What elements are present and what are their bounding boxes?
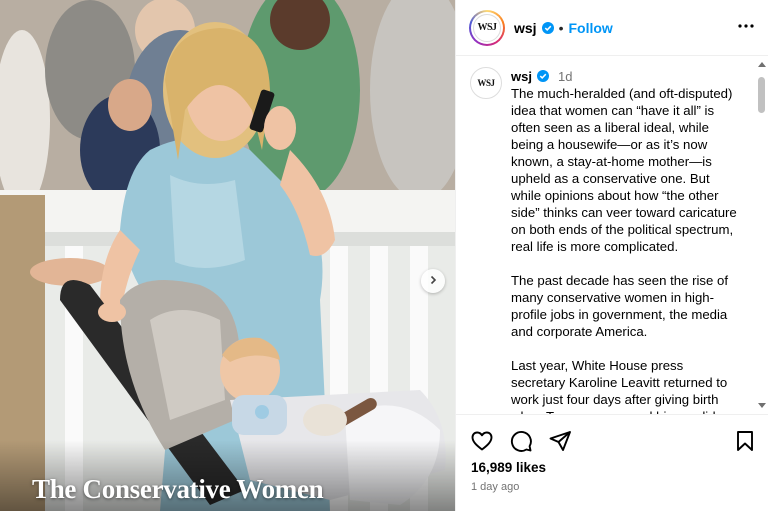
comment-time[interactable]: 1d: [558, 69, 572, 84]
post-photo: The Conservative Women: [0, 0, 455, 511]
verified-badge-icon: [536, 70, 549, 82]
scroll-down-arrow-icon[interactable]: [758, 403, 766, 408]
share-icon[interactable]: [548, 429, 572, 453]
instagram-post-view: The Conservative Women WSJ wsj • Follow …: [0, 0, 768, 511]
scroll-thumb[interactable]: [758, 77, 765, 113]
caption-comment: WSJ wsj 1d The much-heralded (and oft-di…: [456, 57, 768, 414]
post-actions-area: 16,989 likes 1 day ago: [456, 414, 768, 511]
author-handle[interactable]: wsj: [514, 20, 537, 36]
post-panel: WSJ wsj • Follow WSJ wsj 1d The much-her…: [455, 0, 768, 511]
photo-caption: The Conservative Women: [32, 474, 324, 504]
action-bar: [470, 429, 572, 453]
scroll-up-arrow-icon[interactable]: [758, 62, 766, 67]
wsj-logo: WSJ: [473, 13, 501, 42]
heart-icon[interactable]: [470, 429, 494, 453]
author-avatar[interactable]: WSJ: [469, 9, 505, 46]
post-timestamp[interactable]: 1 day ago: [471, 481, 519, 493]
comment-icon[interactable]: [509, 429, 533, 453]
comment-paragraph: The past decade has seen the rise of man…: [511, 273, 729, 339]
header-separator: •: [558, 19, 564, 36]
comment-paragraph: Last year, White House press secretary K…: [511, 358, 739, 414]
chevron-right-icon: [428, 272, 438, 290]
photo-scene: [0, 0, 455, 511]
follow-button[interactable]: Follow: [568, 20, 612, 36]
comment-paragraph: The much-heralded (and oft-disputed) ide…: [511, 86, 737, 254]
post-header: WSJ wsj • Follow: [456, 0, 768, 56]
bookmark-icon[interactable]: [735, 430, 755, 457]
more-options-icon[interactable]: [737, 16, 755, 41]
comments-scrollbar[interactable]: [757, 60, 766, 410]
like-count[interactable]: 16,989 likes: [471, 460, 546, 475]
next-photo-button[interactable]: [421, 269, 445, 293]
comment-avatar[interactable]: WSJ: [470, 67, 502, 99]
comments-section: WSJ wsj 1d The much-heralded (and oft-di…: [456, 57, 768, 414]
comment-handle[interactable]: wsj: [511, 69, 532, 84]
verified-badge-icon: [541, 21, 554, 34]
comment-body: wsj 1d The much-heralded (and oft-disput…: [511, 67, 741, 415]
comment-text: The much-heralded (and oft-disputed) ide…: [511, 85, 741, 414]
